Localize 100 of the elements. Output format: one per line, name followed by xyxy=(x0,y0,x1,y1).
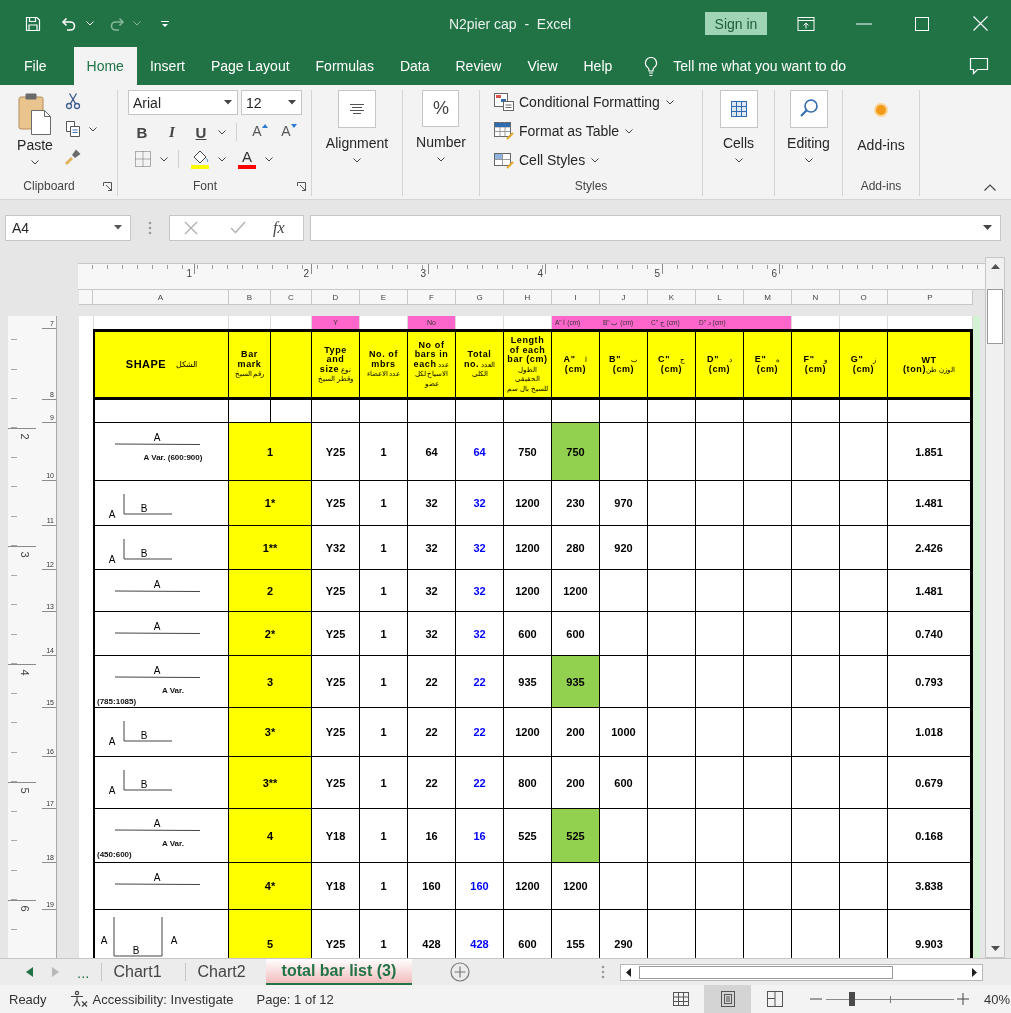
bold-button[interactable]: B xyxy=(131,121,153,143)
conditional-formatting-button[interactable]: Conditional Formatting xyxy=(494,92,702,112)
close-icon[interactable] xyxy=(972,16,988,31)
menu-tab[interactable]: File xyxy=(11,47,60,85)
scrollbar-thumb[interactable] xyxy=(987,289,1003,344)
triangle-right-icon[interactable] xyxy=(972,967,977,977)
column-header[interactable]: N xyxy=(792,290,840,305)
paste-button[interactable]: Paste xyxy=(12,90,58,176)
font-name-field[interactable]: Arial xyxy=(128,90,238,115)
add-sheet-icon[interactable] xyxy=(450,962,471,982)
column-header[interactable]: E xyxy=(360,290,408,305)
scrollbar-thumb[interactable] xyxy=(639,965,893,979)
horizontal-scrollbar[interactable] xyxy=(620,963,983,981)
column-header[interactable]: C xyxy=(271,290,312,305)
caret-icon[interactable] xyxy=(114,225,122,230)
column-header[interactable]: I xyxy=(552,290,600,305)
scissors-icon[interactable] xyxy=(64,92,82,110)
table-cell: Y25 xyxy=(312,481,360,526)
column-header[interactable]: J xyxy=(600,290,648,305)
column-header[interactable]: H xyxy=(504,290,552,305)
menu-tab[interactable]: Data xyxy=(386,47,443,85)
slider-thumb[interactable] xyxy=(848,992,855,1006)
dimension-label: B xyxy=(140,548,148,559)
column-header[interactable]: O xyxy=(840,290,888,305)
customize-toolbar-icon[interactable] xyxy=(160,19,170,28)
grow-font-button[interactable]: A xyxy=(249,121,271,143)
sheet-tab[interactable]: Chart2 xyxy=(185,959,258,985)
tell-me-button[interactable]: Tell me what you want to do xyxy=(643,47,847,85)
name-box[interactable]: A4 xyxy=(5,214,131,241)
shrink-font-button[interactable]: A xyxy=(278,121,300,143)
column-header[interactable]: M xyxy=(744,290,792,305)
caret-icon[interactable] xyxy=(591,157,600,163)
formula-input[interactable] xyxy=(310,214,1001,241)
underline-button[interactable]: U xyxy=(190,121,212,143)
italic-button[interactable]: I xyxy=(161,121,183,143)
sheet-tab[interactable]: total bar list (3) xyxy=(265,959,413,985)
caret-icon[interactable] xyxy=(734,158,743,163)
caret-icon[interactable] xyxy=(983,225,992,230)
column-header[interactable]: L xyxy=(696,290,744,305)
caret-icon[interactable] xyxy=(804,158,813,163)
column-header[interactable]: G xyxy=(456,290,504,305)
editing-button[interactable]: Editing xyxy=(787,90,830,196)
menu-tab[interactable]: Formulas xyxy=(302,47,387,85)
more-sheets-button[interactable]: ... xyxy=(77,963,90,981)
insert-function-button[interactable]: fx xyxy=(273,218,285,237)
column-header[interactable]: P xyxy=(888,290,973,305)
triangle-down-icon[interactable] xyxy=(990,946,1000,951)
percent-symbol: % xyxy=(422,90,460,127)
caret-icon[interactable] xyxy=(665,99,674,105)
copy-icon[interactable] xyxy=(64,120,82,138)
format-as-table-button[interactable]: Format as Table xyxy=(494,121,702,141)
paintbrush-icon[interactable] xyxy=(64,148,82,166)
font-color-button[interactable]: A xyxy=(236,148,258,170)
caret-icon[interactable] xyxy=(89,126,97,132)
column-header[interactable]: F xyxy=(408,290,456,305)
menu-tab[interactable]: Help xyxy=(570,47,626,85)
accessibility-button[interactable]: Accessibility: Investigate xyxy=(68,990,234,1008)
cell-styles-button[interactable]: Cell Styles xyxy=(494,150,702,170)
dialog-launcher-icon[interactable] xyxy=(103,181,112,191)
menu-tab[interactable]: Review xyxy=(442,47,515,85)
sign-in-button[interactable]: Sign in xyxy=(705,12,767,35)
caret-icon[interactable] xyxy=(218,156,226,162)
menu-tab[interactable]: Page Layout xyxy=(197,47,303,85)
sheet-tab[interactable]: Chart1 xyxy=(101,959,174,985)
font-size-field[interactable]: 12 xyxy=(241,90,302,115)
dialog-launcher-icon[interactable] xyxy=(297,181,306,191)
maximize-icon[interactable] xyxy=(915,16,929,31)
caret-icon[interactable] xyxy=(353,158,361,163)
column-header[interactable]: A xyxy=(93,290,229,305)
menu-tab[interactable]: View xyxy=(514,47,571,85)
triangle-up-icon[interactable] xyxy=(990,264,1000,269)
save-icon[interactable] xyxy=(25,15,41,32)
plus-icon[interactable] xyxy=(957,993,969,1005)
zoom-level-text[interactable]: 40% xyxy=(984,991,1011,1007)
column-header[interactable]: B xyxy=(229,290,271,305)
caret-icon[interactable] xyxy=(625,128,634,134)
caret-icon[interactable] xyxy=(265,156,273,162)
vertical-scrollbar[interactable] xyxy=(985,257,1005,958)
caret-icon[interactable] xyxy=(218,129,226,135)
column-header[interactable]: K xyxy=(648,290,696,305)
menu-tab[interactable]: Insert xyxy=(136,47,198,85)
caret-icon[interactable] xyxy=(288,100,296,105)
comment-icon[interactable] xyxy=(969,57,989,75)
collapse-icon[interactable] xyxy=(984,184,996,191)
alignment-button[interactable]: Alignment xyxy=(325,90,389,196)
menu-tab[interactable]: Home xyxy=(73,47,137,85)
add-ins-button[interactable]: Add-ins xyxy=(857,90,905,176)
triangle-left-icon[interactable] xyxy=(626,967,631,977)
cells-button[interactable]: Cells xyxy=(719,90,758,196)
ribbon-display-icon[interactable] xyxy=(797,15,815,32)
caret-icon[interactable] xyxy=(160,156,168,162)
number-format-button[interactable]: % Number xyxy=(416,90,466,196)
minimize-icon[interactable] xyxy=(856,22,872,25)
column-header[interactable]: D xyxy=(312,290,360,305)
caret-icon[interactable] xyxy=(31,160,39,165)
caret-icon[interactable] xyxy=(224,100,232,105)
caret-icon[interactable] xyxy=(437,157,445,162)
undo-icon[interactable] xyxy=(60,15,77,32)
fill-bucket-icon[interactable] xyxy=(190,149,210,169)
page-layout-view-button[interactable] xyxy=(704,985,751,1013)
